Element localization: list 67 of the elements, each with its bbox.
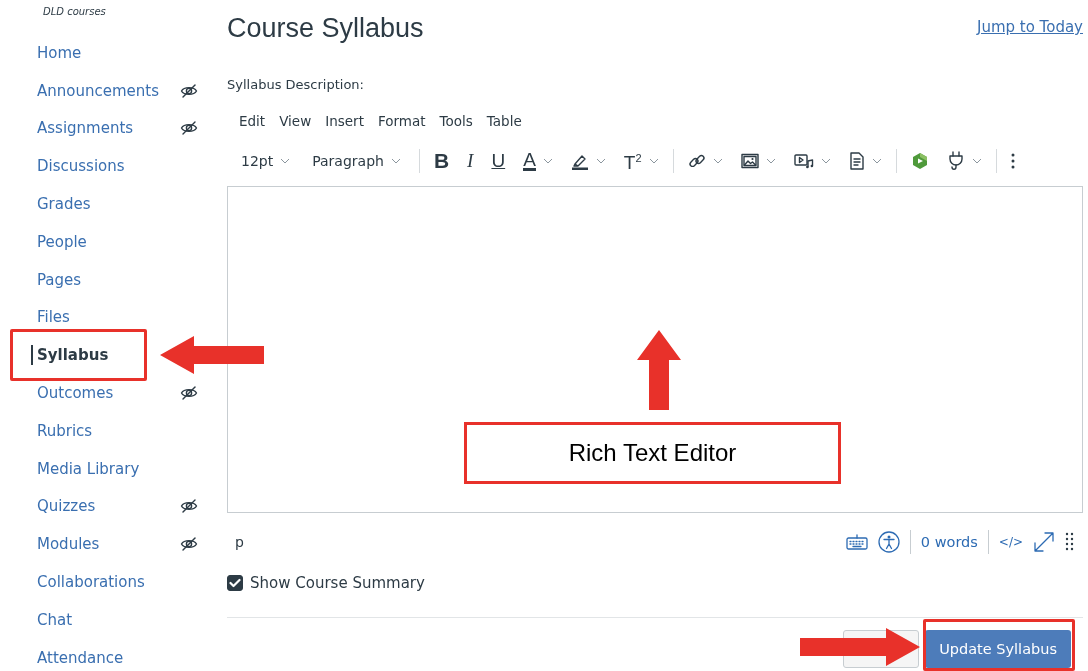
menu-item[interactable]: Format [377, 113, 426, 129]
sidebar-item[interactable]: Pages [31, 269, 82, 290]
page-title: Course Syllabus [227, 12, 424, 44]
caret-icon [765, 158, 776, 164]
sidebar-item[interactable]: Announcements [31, 80, 159, 101]
image-icon [740, 153, 759, 169]
caret-icon [542, 158, 553, 164]
caret-icon [971, 158, 982, 164]
checkbox[interactable] [227, 575, 243, 591]
document-icon [848, 152, 865, 170]
menu-item[interactable]: Insert [325, 113, 364, 129]
dropdown-select[interactable]: 12pt [235, 148, 297, 174]
sidebar-item[interactable]: Assignments [31, 118, 134, 139]
text-color-button[interactable]: A [517, 149, 559, 173]
link-icon [687, 152, 706, 170]
sidebar-item[interactable]: Home [31, 42, 82, 63]
more-options-icon [1010, 153, 1015, 169]
html-editor-toggle[interactable]: </> [998, 535, 1023, 549]
fullscreen-button[interactable] [1033, 531, 1055, 553]
sidebar-item[interactable]: Grades [31, 194, 91, 215]
caret-icon [712, 158, 723, 164]
menu-item[interactable]: Table [486, 113, 522, 129]
bold-button[interactable]: B [427, 148, 456, 174]
update-syllabus-button[interactable]: Update Syllabus [925, 630, 1071, 668]
sidebar-item[interactable]: Modules [31, 534, 100, 555]
caret-icon [871, 158, 882, 164]
accessibility-icon [877, 531, 900, 553]
callout-label: Rich Text Editor [464, 422, 841, 484]
sidebar-item[interactable]: Attendance [31, 647, 124, 668]
accessibility-checker-button[interactable] [877, 531, 900, 553]
media-icon [793, 153, 814, 169]
jump-to-today-link[interactable]: Jump to Today [976, 18, 1083, 36]
word-count-button[interactable]: 0 words [920, 534, 978, 550]
sidebar-item[interactable]: Media Library [31, 458, 140, 479]
sidebar-item[interactable]: Syllabus [31, 345, 109, 366]
caret-icon [648, 158, 659, 164]
field-label: Syllabus Description: [227, 77, 365, 94]
sidebar-item[interactable]: Outcomes [31, 383, 114, 404]
resize-handle-icon [1065, 532, 1075, 552]
caret-icon [820, 158, 831, 164]
hexagon-play-icon [910, 152, 929, 170]
text-editor-area[interactable] [227, 186, 1083, 513]
italic-button[interactable]: I [461, 148, 480, 174]
sidebar-item[interactable]: Rubrics [31, 420, 93, 441]
sidebar-item[interactable]: Discussions [31, 156, 125, 177]
sidebar-item[interactable]: People [31, 231, 87, 252]
keyboard-icon [845, 534, 868, 550]
dropdown-select[interactable]: Paragraph [306, 148, 407, 174]
sidebar-item[interactable]: Collaborations [31, 572, 145, 593]
menu-item[interactable]: Tools [439, 113, 473, 129]
plug-icon [946, 151, 965, 171]
sidebar-item[interactable]: Chat [31, 609, 73, 630]
caret-icon [280, 158, 291, 164]
sidebar-item[interactable]: Files [31, 307, 70, 328]
check-icon [229, 578, 241, 588]
sidebar-item[interactable]: Quizzes [31, 496, 96, 517]
menu-item[interactable]: View [279, 113, 312, 129]
expand-icon [1033, 531, 1055, 553]
keyboard-shortcuts-button[interactable] [845, 534, 868, 550]
menu-item[interactable]: Edit [239, 113, 266, 129]
checkbox-label: Show Course Summary [250, 574, 425, 592]
course-label: DLD courses [42, 6, 107, 19]
element-path: p [235, 534, 244, 550]
caret-icon [595, 158, 606, 164]
caret-icon [390, 158, 401, 164]
superscript-button[interactable]: T$^{2}$ [617, 145, 665, 177]
underline-button[interactable]: U [485, 148, 512, 174]
